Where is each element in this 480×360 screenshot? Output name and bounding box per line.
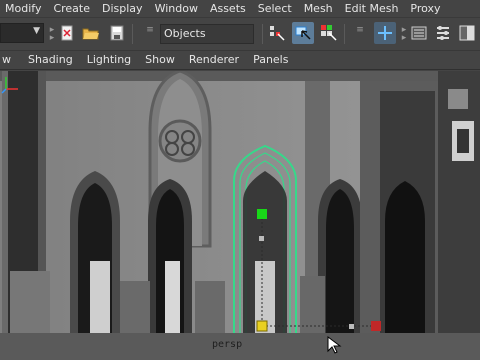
select-component-icon[interactable] (320, 24, 338, 42)
toolbar-divider[interactable]: ▸ ▸ (400, 26, 408, 43)
view-axis-indicator (1, 77, 18, 94)
toolbar-divider[interactable]: ▸ ▸ (48, 26, 56, 43)
menu-edit-mesh[interactable]: Edit Mesh (339, 0, 405, 17)
move-x-handle (371, 321, 381, 331)
move-center-handle (256, 320, 268, 332)
chevron-down-icon: ▼ (33, 26, 40, 36)
save-scene-icon[interactable] (108, 24, 126, 42)
panel-menu-panels[interactable]: Panels (246, 50, 295, 70)
new-scene-icon[interactable] (58, 24, 76, 42)
render-settings-icon[interactable] (410, 24, 428, 42)
panel-menu-renderer[interactable]: Renderer (182, 50, 246, 70)
status-line-toolbar: ▼ ▸ ▸ ≡ Objects ≡ ▸ ▸ (0, 17, 480, 49)
perspective-viewport[interactable]: persp (0, 71, 480, 360)
viewport-panel-menu: w Shading Lighting Show Renderer Panels (0, 50, 480, 70)
panel-menu-show[interactable]: Show (138, 50, 182, 70)
panel-menu-view[interactable]: w (0, 50, 21, 70)
toolbar-divider[interactable]: ≡ (146, 26, 154, 42)
menu-assets[interactable]: Assets (204, 0, 252, 17)
toolbar-divider[interactable]: ≡ (356, 26, 364, 42)
mouse-cursor-icon (327, 336, 342, 354)
selection-mask-field[interactable]: Objects (160, 24, 254, 44)
menu-set-dropdown[interactable]: ▼ (0, 23, 44, 43)
layout-icon[interactable] (458, 24, 476, 42)
panel-menu-shading[interactable]: Shading (21, 50, 80, 70)
camera-label: persp (212, 339, 243, 350)
menu-create[interactable]: Create (47, 0, 96, 17)
move-y-handle (257, 209, 267, 219)
open-scene-icon[interactable] (82, 24, 100, 42)
menu-proxy[interactable]: Proxy (404, 0, 446, 17)
channel-box-icon[interactable] (434, 24, 452, 42)
main-menubar: Modify Create Display Window Assets Sele… (0, 0, 480, 17)
menu-modify[interactable]: Modify (0, 0, 47, 17)
select-hierarchy-icon[interactable] (268, 24, 286, 42)
snap-to-grid-icon[interactable] (374, 22, 396, 44)
menu-mesh[interactable]: Mesh (298, 0, 339, 17)
panel-menu-lighting[interactable]: Lighting (80, 50, 138, 70)
scene-render (0, 71, 480, 360)
menu-window[interactable]: Window (149, 0, 204, 17)
menu-select[interactable]: Select (252, 0, 298, 17)
menu-display[interactable]: Display (96, 0, 149, 17)
select-object-icon[interactable] (292, 22, 314, 44)
